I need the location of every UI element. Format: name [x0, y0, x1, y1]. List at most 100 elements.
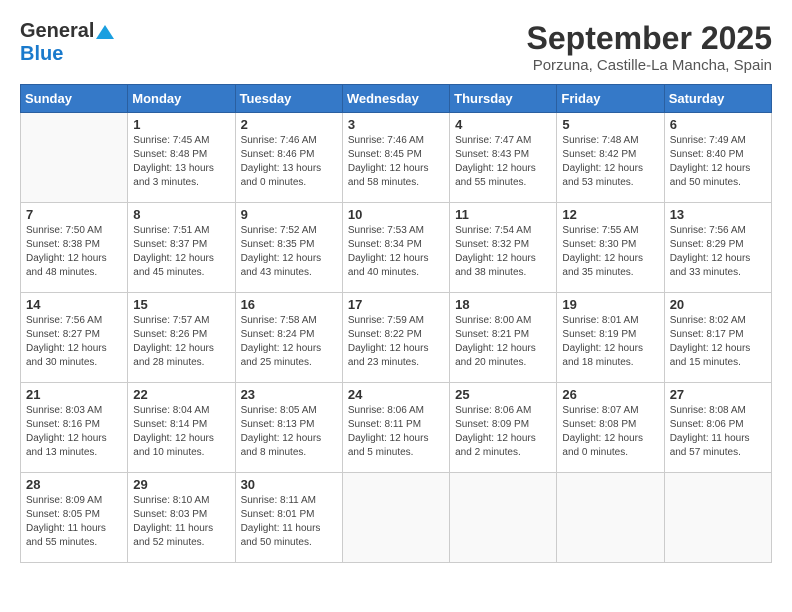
day-number: 13 — [670, 207, 766, 222]
day-number: 22 — [133, 387, 229, 402]
day-info: Sunrise: 8:05 AMSunset: 8:13 PMDaylight:… — [241, 404, 337, 460]
day-info: Sunrise: 8:00 AMSunset: 8:21 PMDaylight:… — [455, 314, 551, 370]
calendar-cell: 19Sunrise: 8:01 AMSunset: 8:19 PMDayligh… — [557, 293, 664, 383]
day-number: 25 — [455, 387, 551, 402]
calendar-week-2: 7 Sunrise: 7:50 AMSunset: 8:38 PMDaylight… — [21, 203, 772, 293]
day-info: Sunrise: 7:51 AMSunset: 8:37 PMDaylight:… — [133, 224, 229, 280]
page-header: General Blue September 2025 Porzuna, Cas… — [20, 20, 772, 74]
calendar-cell: 3 Sunrise: 7:46 AMSunset: 8:45 PMDaylight… — [342, 113, 449, 203]
logo: General Blue — [20, 20, 114, 66]
calendar-cell: 26 Sunrise: 8:07 AMSunset: 8:08 PMDayligh… — [557, 383, 664, 473]
calendar-cell — [342, 473, 449, 563]
calendar-cell: 6Sunrise: 7:49 AMSunset: 8:40 PMDaylight… — [664, 113, 771, 203]
calendar-week-4: 21 Sunrise: 8:03 AMSunset: 8:16 PMDayligh… — [21, 383, 772, 473]
calendar-cell: 1Sunrise: 7:45 AMSunset: 8:48 PMDaylight… — [128, 113, 235, 203]
day-info: Sunrise: 7:58 AMSunset: 8:24 PMDaylight:… — [241, 314, 337, 370]
calendar-cell: 27 Sunrise: 8:08 AMSunset: 8:06 PMDayligh… — [664, 383, 771, 473]
day-info: Sunrise: 7:59 AMSunset: 8:22 PMDaylight:… — [348, 314, 444, 370]
calendar-cell: 16Sunrise: 7:58 AMSunset: 8:24 PMDayligh… — [235, 293, 342, 383]
day-info: Sunrise: 7:50 AMSunset: 8:38 PMDaylight:… — [26, 224, 122, 280]
calendar-cell — [21, 113, 128, 203]
day-number: 27 — [670, 387, 766, 402]
calendar-table: SundayMondayTuesdayWednesdayThursdayFrid… — [20, 84, 772, 563]
day-number: 29 — [133, 477, 229, 492]
calendar-cell: 22 Sunrise: 8:04 AMSunset: 8:14 PMDayligh… — [128, 383, 235, 473]
day-number: 18 — [455, 297, 551, 312]
day-info: Sunrise: 8:09 AMSunset: 8:05 PMDaylight:… — [26, 494, 122, 550]
day-number: 17 — [348, 297, 444, 312]
day-info: Sunrise: 7:47 AMSunset: 8:43 PMDaylight:… — [455, 134, 551, 190]
calendar-cell — [664, 473, 771, 563]
day-info: Sunrise: 8:06 AMSunset: 8:11 PMDaylight:… — [348, 404, 444, 460]
weekday-header-friday: Friday — [557, 85, 664, 113]
weekday-header-wednesday: Wednesday — [342, 85, 449, 113]
title-block: September 2025 Porzuna, Castille-La Manc… — [527, 20, 772, 74]
weekday-header-saturday: Saturday — [664, 85, 771, 113]
day-info: Sunrise: 7:48 AMSunset: 8:42 PMDaylight:… — [562, 134, 658, 190]
day-info: Sunrise: 8:04 AMSunset: 8:14 PMDaylight:… — [133, 404, 229, 460]
day-info: Sunrise: 8:08 AMSunset: 8:06 PMDaylight:… — [670, 404, 766, 460]
calendar-cell: 20 Sunrise: 8:02 AMSunset: 8:17 PMDayligh… — [664, 293, 771, 383]
day-info: Sunrise: 8:01 AMSunset: 8:19 PMDaylight:… — [562, 314, 658, 370]
day-info: Sunrise: 8:03 AMSunset: 8:16 PMDaylight:… — [26, 404, 122, 460]
calendar-cell: 4Sunrise: 7:47 AMSunset: 8:43 PMDaylight… — [450, 113, 557, 203]
calendar-cell: 18 Sunrise: 8:00 AMSunset: 8:21 PMDayligh… — [450, 293, 557, 383]
day-number: 30 — [241, 477, 337, 492]
day-info: Sunrise: 7:55 AMSunset: 8:30 PMDaylight:… — [562, 224, 658, 280]
calendar-cell: 28Sunrise: 8:09 AMSunset: 8:05 PMDayligh… — [21, 473, 128, 563]
calendar-cell: 12 Sunrise: 7:55 AMSunset: 8:30 PMDayligh… — [557, 203, 664, 293]
day-number: 9 — [241, 207, 337, 222]
logo-general-text: General — [20, 20, 94, 43]
day-number: 6 — [670, 117, 766, 132]
day-number: 21 — [26, 387, 122, 402]
page-title: September 2025 — [527, 20, 772, 57]
day-number: 11 — [455, 207, 551, 222]
day-info: Sunrise: 8:06 AMSunset: 8:09 PMDaylight:… — [455, 404, 551, 460]
weekday-header-sunday: Sunday — [21, 85, 128, 113]
day-number: 7 — [26, 207, 122, 222]
day-number: 10 — [348, 207, 444, 222]
calendar-cell: 13Sunrise: 7:56 AMSunset: 8:29 PMDayligh… — [664, 203, 771, 293]
calendar-week-1: 1Sunrise: 7:45 AMSunset: 8:48 PMDaylight… — [21, 113, 772, 203]
day-number: 12 — [562, 207, 658, 222]
calendar-cell: 11 Sunrise: 7:54 AMSunset: 8:32 PMDayligh… — [450, 203, 557, 293]
calendar-week-5: 28Sunrise: 8:09 AMSunset: 8:05 PMDayligh… — [21, 473, 772, 563]
day-number: 5 — [562, 117, 658, 132]
day-info: Sunrise: 8:02 AMSunset: 8:17 PMDaylight:… — [670, 314, 766, 370]
calendar-cell: 14 Sunrise: 7:56 AMSunset: 8:27 PMDayligh… — [21, 293, 128, 383]
calendar-cell: 15 Sunrise: 7:57 AMSunset: 8:26 PMDayligh… — [128, 293, 235, 383]
day-info: Sunrise: 7:53 AMSunset: 8:34 PMDaylight:… — [348, 224, 444, 280]
day-number: 3 — [348, 117, 444, 132]
day-number: 23 — [241, 387, 337, 402]
calendar-cell: 5 Sunrise: 7:48 AMSunset: 8:42 PMDaylight… — [557, 113, 664, 203]
calendar-cell: 17 Sunrise: 7:59 AMSunset: 8:22 PMDayligh… — [342, 293, 449, 383]
calendar-cell — [557, 473, 664, 563]
logo-icon — [96, 23, 114, 41]
day-info: Sunrise: 8:11 AMSunset: 8:01 PMDaylight:… — [241, 494, 337, 550]
day-info: Sunrise: 7:52 AMSunset: 8:35 PMDaylight:… — [241, 224, 337, 280]
calendar-header-row: SundayMondayTuesdayWednesdayThursdayFrid… — [21, 85, 772, 113]
weekday-header-thursday: Thursday — [450, 85, 557, 113]
day-number: 20 — [670, 297, 766, 312]
day-info: Sunrise: 7:54 AMSunset: 8:32 PMDaylight:… — [455, 224, 551, 280]
day-info: Sunrise: 7:46 AMSunset: 8:46 PMDaylight:… — [241, 134, 337, 190]
day-number: 14 — [26, 297, 122, 312]
day-info: Sunrise: 8:07 AMSunset: 8:08 PMDaylight:… — [562, 404, 658, 460]
day-info: Sunrise: 7:46 AMSunset: 8:45 PMDaylight:… — [348, 134, 444, 190]
day-number: 24 — [348, 387, 444, 402]
calendar-cell: 25 Sunrise: 8:06 AMSunset: 8:09 PMDayligh… — [450, 383, 557, 473]
day-info: Sunrise: 7:56 AMSunset: 8:27 PMDaylight:… — [26, 314, 122, 370]
calendar-cell: 2 Sunrise: 7:46 AMSunset: 8:46 PMDaylight… — [235, 113, 342, 203]
day-number: 8 — [133, 207, 229, 222]
calendar-cell: 10 Sunrise: 7:53 AMSunset: 8:34 PMDayligh… — [342, 203, 449, 293]
day-info: Sunrise: 8:10 AMSunset: 8:03 PMDaylight:… — [133, 494, 229, 550]
day-number: 26 — [562, 387, 658, 402]
calendar-cell: 9 Sunrise: 7:52 AMSunset: 8:35 PMDaylight… — [235, 203, 342, 293]
day-info: Sunrise: 7:57 AMSunset: 8:26 PMDaylight:… — [133, 314, 229, 370]
day-number: 15 — [133, 297, 229, 312]
calendar-cell: 23 Sunrise: 8:05 AMSunset: 8:13 PMDayligh… — [235, 383, 342, 473]
calendar-cell: 8 Sunrise: 7:51 AMSunset: 8:37 PMDaylight… — [128, 203, 235, 293]
weekday-header-tuesday: Tuesday — [235, 85, 342, 113]
day-number: 2 — [241, 117, 337, 132]
calendar-cell: 21 Sunrise: 8:03 AMSunset: 8:16 PMDayligh… — [21, 383, 128, 473]
